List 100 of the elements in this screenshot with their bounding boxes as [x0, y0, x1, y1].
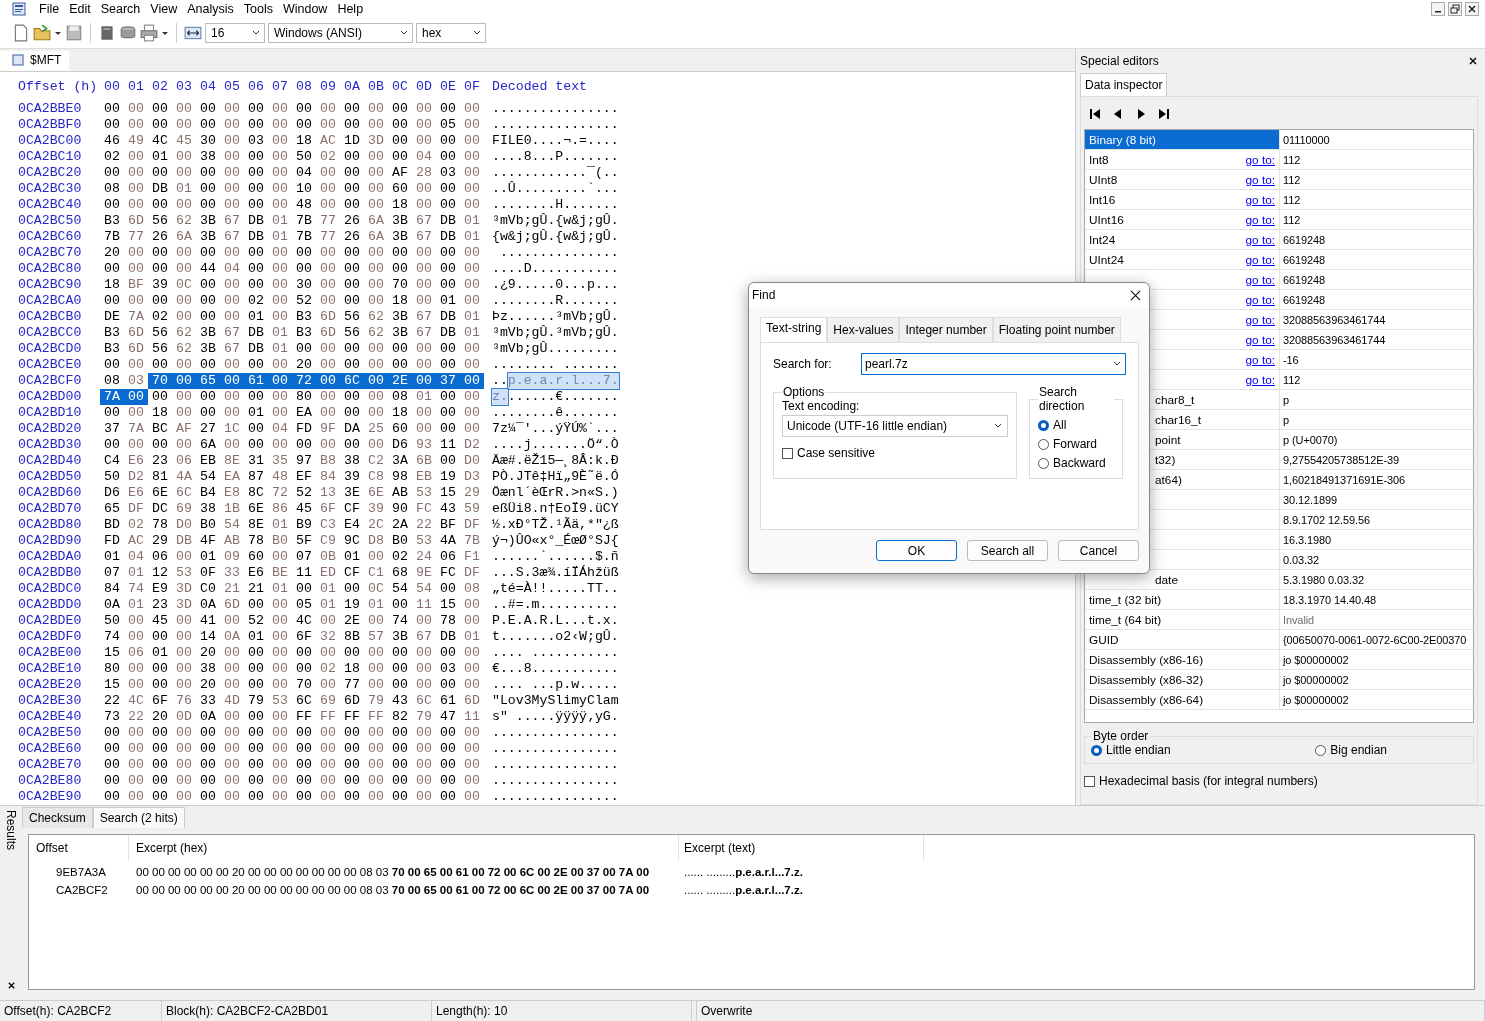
decoded-text: ................ — [492, 789, 619, 805]
field-value: p — [1282, 392, 1291, 408]
byte-group: 00 00 00 00 00 00 02 00 52 00 00 00 18 00 01 00 — [100, 293, 484, 309]
field-value: 32088563963461744 — [1282, 332, 1387, 348]
caret-icon[interactable] — [161, 29, 169, 37]
decoded-text: ......`......$.ñ — [492, 549, 619, 565]
field-value: 18.3.1970 14.40.48 — [1282, 592, 1377, 608]
offset-cell-text: 0CA2BE80 — [18, 773, 83, 789]
charset-dropdown[interactable]: Windows (ANSI) — [268, 23, 413, 43]
offset-cell-text: 0CA2BC60 — [18, 229, 83, 245]
go-to-link[interactable]: go to: — [1245, 312, 1275, 327]
dialog-tab[interactable]: Floating point number — [992, 317, 1121, 342]
decoded-text: ........ê....... — [492, 405, 619, 421]
menu-item[interactable]: Tools — [238, 2, 278, 16]
menu-item[interactable]: View — [145, 2, 183, 16]
byte-group: 00 00 00 00 00 00 00 00 00 00 00 00 00 00 00 00 — [100, 789, 484, 805]
column-header: Offset — [29, 835, 129, 861]
open-folder-icon[interactable] — [33, 24, 51, 42]
column-header: Excerpt (text) — [679, 835, 924, 861]
go-to-link[interactable]: go to: — [1245, 292, 1275, 307]
radio-option[interactable]: Little endian — [1091, 743, 1171, 757]
offset-cell-text: 0CA2BD80 — [18, 517, 83, 533]
menu-item[interactable]: Edit — [64, 2, 96, 16]
radio-option[interactable]: All — [1038, 418, 1114, 432]
field-name: UInt8 — [1089, 172, 1118, 187]
inspector-tab[interactable]: Data inspector — [1080, 73, 1168, 96]
decoded-text: ³mVb;gÛ.{w&j;gÛ. — [492, 213, 619, 229]
go-to-link[interactable]: go to: — [1245, 272, 1275, 287]
search-field[interactable]: pearl.7z — [861, 353, 1126, 375]
document-tab[interactable]: $MFT — [0, 51, 70, 71]
column-header: 0B — [367, 79, 385, 95]
first-icon[interactable] — [1088, 107, 1102, 121]
checkbox-option[interactable]: Hexadecimal basis (for integral numbers) — [1084, 774, 1474, 788]
go-to-link[interactable]: go to: — [1245, 172, 1275, 187]
go-to-link[interactable]: go to: — [1245, 212, 1275, 227]
radio-option[interactable]: Forward — [1038, 437, 1114, 451]
menu-item[interactable]: Search — [95, 2, 146, 16]
encoding-dropdown[interactable]: Unicode (UTF-16 little endian) — [782, 415, 1008, 437]
radio-option[interactable]: Backward — [1038, 456, 1114, 470]
decoded-text: {w&j;gÛ.{w&j;gÛ. — [492, 229, 619, 245]
close-icon[interactable] — [1465, 2, 1479, 16]
dialog-tab[interactable]: Text-string — [760, 317, 828, 342]
dialog-button[interactable]: Search all — [967, 540, 1048, 561]
dialog-button[interactable]: Cancel — [1058, 540, 1139, 561]
byte-group: 02 00 01 00 38 00 00 00 50 02 00 00 00 04 00 00 — [100, 149, 484, 165]
offset-cell-text: 0CA2BC70 — [18, 245, 83, 261]
menu-item[interactable]: Window — [277, 2, 333, 16]
field-name: char8_t — [1154, 392, 1195, 407]
minimize-icon[interactable] — [1431, 2, 1445, 16]
offset-cell-text: 0CA2BC90 — [18, 277, 83, 293]
go-to-link[interactable]: go to: — [1245, 332, 1275, 347]
results-tab[interactable]: Checksum — [22, 807, 93, 828]
columns-dropdown[interactable]: 16 — [205, 23, 265, 43]
close-icon[interactable] — [6, 981, 16, 990]
decoded-text: ½.xÐ°TŽ.¹Ãä,*"¿ß — [492, 517, 619, 533]
menu-item[interactable]: Analysis — [182, 2, 239, 16]
go-to-link[interactable]: go to: — [1245, 252, 1275, 267]
last-icon[interactable] — [1157, 107, 1171, 121]
column-header: 05 — [223, 79, 241, 95]
dialog-tab[interactable]: Hex-values — [827, 317, 900, 342]
document-icon[interactable] — [98, 24, 116, 42]
field-value: 112 — [1282, 192, 1302, 208]
column-header: 0F — [463, 79, 481, 95]
base-dropdown[interactable]: hex — [416, 23, 486, 43]
field-name: Int16 — [1089, 192, 1116, 207]
go-to-link[interactable]: go to: — [1245, 372, 1275, 387]
restore-icon[interactable] — [1448, 2, 1462, 16]
field-label: Text encoding: — [782, 399, 861, 413]
offset-cell-text: 0CA2BE10 — [18, 661, 83, 677]
new-file-icon[interactable] — [12, 24, 30, 42]
close-icon[interactable] — [1468, 56, 1478, 66]
byte-group: 50 00 45 00 41 00 52 00 4C 00 2E 00 74 00 78 00 — [100, 613, 484, 629]
field-value: 32088563963461744 — [1282, 312, 1387, 328]
column-header: 09 — [319, 79, 337, 95]
dialog-button[interactable]: OK — [876, 540, 957, 561]
byte-group: BD 02 78 D0 B0 54 8E 01 B9 C3 E4 2C 2A 22 BF DF — [100, 517, 484, 533]
go-to-link[interactable]: go to: — [1245, 352, 1275, 367]
print-icon[interactable] — [140, 24, 158, 42]
caret-icon[interactable] — [54, 29, 62, 37]
results-tab[interactable]: Search (2 hits) — [92, 807, 185, 828]
go-to-link[interactable]: go to: — [1245, 232, 1275, 247]
checkbox-option[interactable]: Case sensitive — [782, 446, 1008, 460]
close-icon[interactable] — [1130, 289, 1141, 301]
width-icon — [184, 24, 202, 42]
column-header: 0C — [391, 79, 409, 95]
go-to-link[interactable]: go to: — [1245, 192, 1275, 207]
byte-group: B3 6D 56 62 3B 67 DB 01 00 00 00 00 00 00 00 00 — [100, 341, 484, 357]
text-header: Decoded text — [492, 79, 587, 95]
menu-item[interactable]: File — [34, 2, 65, 16]
byte-group: 08 00 DB 01 00 00 00 00 10 00 00 00 60 00 00 00 — [100, 181, 484, 197]
dialog-tab[interactable]: Integer number — [899, 317, 993, 342]
offset-cell-text: 0CA2BCC0 — [18, 325, 83, 341]
field-name: UInt24 — [1089, 252, 1124, 267]
go-to-link[interactable]: go to: — [1245, 152, 1275, 167]
byte-group: 01 04 06 00 01 09 60 00 07 0B 01 00 02 24 06 F1 — [100, 549, 484, 565]
radio-option[interactable]: Big endian — [1315, 743, 1387, 757]
byte-group: 00 00 00 00 00 00 00 00 00 00 00 00 00 00 00 00 — [100, 741, 484, 757]
menu-item[interactable]: Help — [332, 2, 369, 16]
decoded-text: ................ — [492, 741, 619, 757]
byte-group: 00 00 00 00 00 00 00 00 20 00 00 00 00 00 00 00 — [100, 357, 484, 373]
